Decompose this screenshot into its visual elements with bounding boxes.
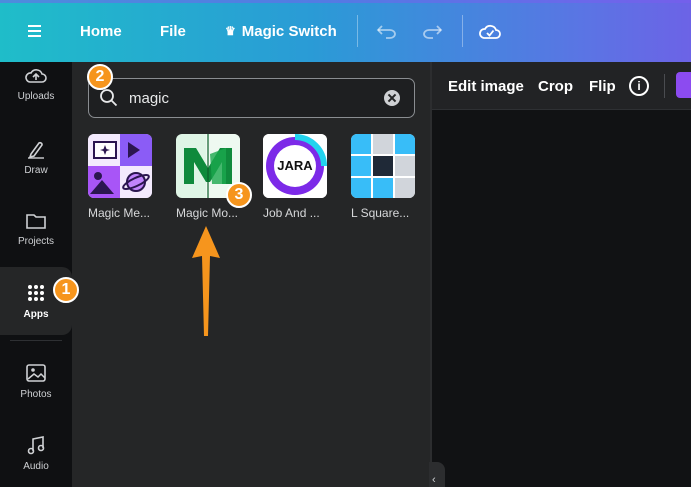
annotation-badge-3: 3	[226, 182, 252, 208]
undo-icon	[376, 25, 396, 39]
image-icon	[26, 363, 46, 382]
search-input-value[interactable]: magic	[129, 90, 169, 107]
app-name: Magic Mo...	[176, 206, 239, 220]
edit-image-button[interactable]: Edit image	[448, 62, 524, 110]
folder-icon	[26, 213, 46, 229]
flip-button[interactable]: Flip	[589, 62, 616, 110]
music-note-icon	[27, 435, 45, 454]
top-bar: Home File ♛ Magic Switch	[0, 0, 691, 62]
divider	[462, 15, 463, 47]
magic-switch-label: Magic Switch	[241, 22, 337, 40]
redo-icon	[423, 25, 443, 39]
undo-button[interactable]	[376, 0, 398, 62]
app-tile-l-squared[interactable]: L Square...	[351, 134, 417, 220]
crop-button[interactable]: Crop	[538, 62, 573, 110]
upload-icon	[25, 68, 47, 83]
rail-label: Apps	[23, 308, 49, 320]
magic-media-icon	[88, 134, 152, 198]
redo-button[interactable]	[421, 0, 443, 62]
left-rail: Uploads Draw Projects Apps Photos Audio	[0, 62, 72, 487]
clear-icon[interactable]	[384, 90, 400, 106]
magic-switch-button[interactable]: ♛ Magic Switch	[225, 0, 337, 62]
rail-item-projects[interactable]: Projects	[0, 195, 72, 263]
search-icon	[100, 89, 118, 107]
design-canvas[interactable]	[432, 110, 691, 487]
rail-label: Draw	[24, 164, 48, 176]
rail-divider	[10, 340, 62, 341]
app-name: Job And ...	[263, 206, 320, 220]
hamburger-icon	[28, 25, 41, 37]
app-tile-jara[interactable]: JARA Job And ...	[263, 134, 329, 220]
context-toolbar: Edit image Crop Flip i	[432, 62, 691, 110]
app-name: L Square...	[351, 206, 410, 220]
file-menu[interactable]: File	[160, 0, 186, 62]
collapse-panel-button[interactable]: ‹	[429, 462, 445, 487]
info-button[interactable]: i	[629, 62, 649, 110]
annotation-badge-2: 2	[87, 64, 113, 90]
jara-logo-text: JARA	[277, 158, 313, 173]
annotation-arrow	[192, 226, 220, 336]
apps-grid-icon	[28, 284, 44, 301]
divider	[357, 15, 358, 47]
pen-icon	[28, 141, 44, 159]
info-icon: i	[629, 76, 649, 96]
apps-panel: magic Magic Me... Magic Mo... JARA Job A…	[72, 62, 432, 487]
color-swatch[interactable]	[676, 72, 691, 98]
rail-label: Projects	[17, 235, 55, 247]
toolbar-divider	[664, 74, 665, 98]
rail-label: Audio	[23, 460, 49, 472]
home-button[interactable]: Home	[80, 0, 122, 62]
rail-label: Photos	[20, 388, 52, 400]
annotation-badge-1: 1	[53, 277, 79, 303]
cloud-check-icon	[479, 24, 501, 39]
rail-label: Uploads	[17, 90, 55, 102]
jara-icon: JARA	[263, 134, 327, 198]
l-squared-icon	[351, 134, 415, 198]
app-tile-magic-morph[interactable]: Magic Mo...	[176, 134, 242, 220]
crown-icon: ♛	[225, 24, 236, 38]
app-name: Magic Me...	[88, 206, 151, 220]
app-tile-magic-media[interactable]: Magic Me...	[88, 134, 154, 220]
save-status-button[interactable]	[478, 0, 502, 62]
rail-item-uploads[interactable]: Uploads	[0, 50, 72, 118]
rail-item-audio[interactable]: Audio	[0, 419, 72, 487]
rail-item-photos[interactable]: Photos	[0, 347, 72, 415]
rail-item-draw[interactable]: Draw	[0, 123, 72, 191]
search-field[interactable]: magic	[88, 78, 415, 118]
